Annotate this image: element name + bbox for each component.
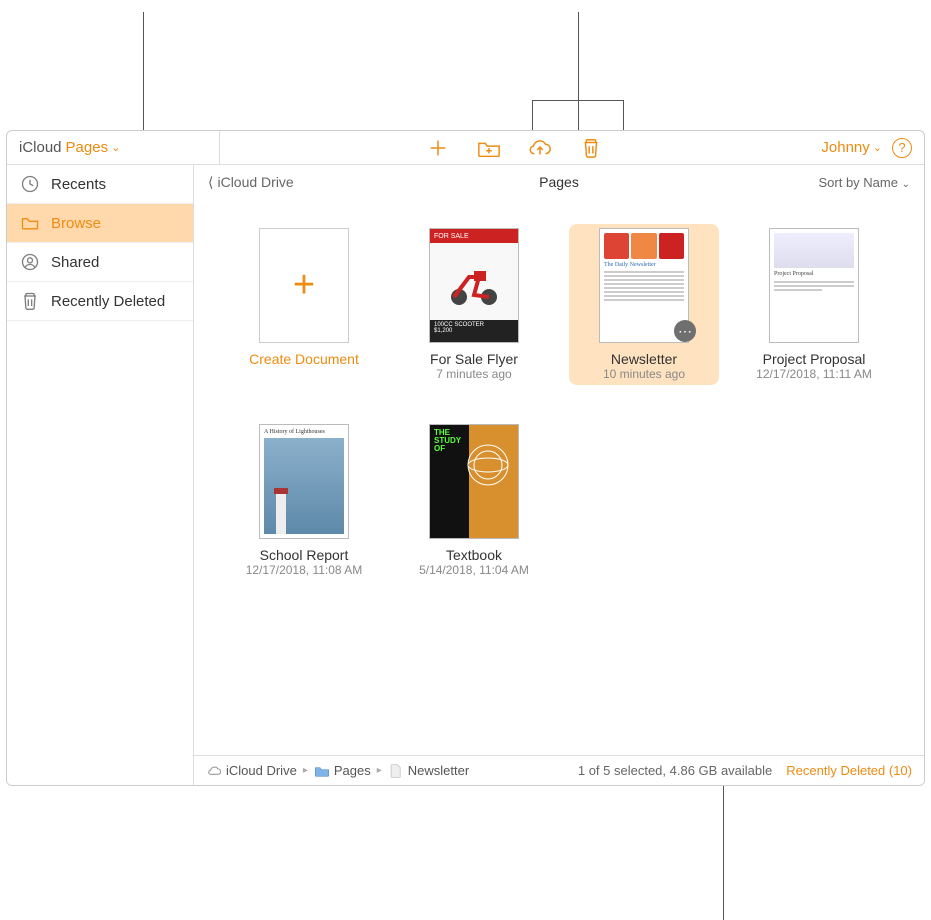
create-document-button[interactable] [425,135,451,161]
recently-deleted-link[interactable]: Recently Deleted (10) [786,763,912,778]
delete-button[interactable] [578,135,604,161]
new-folder-button[interactable] [476,135,502,161]
selection-status: 1 of 5 selected, 4.86 GB available [578,763,772,778]
create-document-tile[interactable]: + Create Document [229,224,379,385]
callout-line [578,12,579,130]
chevron-right-icon: ▸ [303,765,308,776]
sidebar-item-label: Browse [51,215,101,232]
breadcrumb-item[interactable]: iCloud Drive [206,763,297,779]
help-button[interactable]: ? [892,138,912,158]
help-icon: ? [898,140,905,155]
create-document-label: Create Document [249,351,359,367]
sidebar-item-shared[interactable]: Shared [7,243,193,282]
breadcrumb-item[interactable]: Pages [314,763,371,779]
sidebar-item-browse[interactable]: Browse [7,204,193,243]
sidebar-item-label: Shared [51,254,99,271]
document-subtitle: 10 minutes ago [603,367,685,381]
document-subtitle: 5/14/2018, 11:04 AM [419,563,529,577]
app-name-label: Pages [66,139,109,156]
breadcrumb-label: Pages [334,763,371,778]
ellipsis-icon: ⋯ [678,323,692,340]
breadcrumb-item[interactable]: Newsletter [388,763,469,779]
sidebar-item-recently-deleted[interactable]: Recently Deleted [7,282,193,321]
chevron-down-icon: ⌄ [111,141,120,154]
folder-icon [314,763,330,779]
create-document-thumbnail: + [259,228,349,343]
footer-bar: iCloud Drive ▸ Pages ▸ Newslet [194,755,924,785]
document-grid: + Create Document FOR SALE 100CC SCOOTER… [194,199,924,755]
clock-icon [19,173,41,195]
top-right-controls: Johnny ⌄ ? [809,138,924,158]
sidebar-item-label: Recently Deleted [51,293,165,310]
document-thumbnail: Project Proposal [769,228,859,343]
user-name-label: Johnny [821,139,869,156]
sidebar-item-label: Recents [51,176,106,193]
chevron-right-icon: ▸ [377,765,382,776]
person-icon [19,251,41,273]
icloud-label: iCloud [19,139,62,156]
document-title: Newsletter [611,351,677,367]
breadcrumb-label: iCloud Drive [226,763,297,778]
document-tile-newsletter[interactable]: The Daily Newsletter ⋯ Newsletter 10 min… [569,224,719,385]
callout-line [623,100,624,133]
sort-menu[interactable]: Sort by Name ⌄ [819,175,911,190]
callout-line [532,100,624,101]
document-title: For Sale Flyer [430,351,518,367]
main-header: ⟨ iCloud Drive Pages Sort by Name ⌄ [194,165,924,199]
app-switcher[interactable]: iCloud Pages ⌄ [7,131,220,164]
folder-title: Pages [539,174,579,190]
document-title: School Report [260,547,349,563]
folder-icon [19,212,41,234]
main-panel: ⟨ iCloud Drive Pages Sort by Name ⌄ + Cr… [194,165,924,785]
document-tile-project-proposal[interactable]: Project Proposal Project Proposal 12/17/… [739,224,889,385]
document-tile-for-sale-flyer[interactable]: FOR SALE 100CC SCOOTER$1,200 For Sale Fl… [399,224,549,385]
chevron-down-icon: ⌄ [873,141,882,154]
document-thumbnail: FOR SALE 100CC SCOOTER$1,200 [429,228,519,343]
thumb-text: FOR SALE [430,229,518,243]
top-bar: iCloud Pages ⌄ Johnny ⌄ ? [7,131,924,165]
back-label: iCloud Drive [217,174,293,190]
app-window: iCloud Pages ⌄ Johnny ⌄ ? [6,130,925,786]
more-options-button[interactable]: ⋯ [674,320,696,342]
sort-label: Sort by Name [819,175,898,190]
document-tile-school-report[interactable]: A History of Lighthouses School Report 1… [229,420,379,581]
document-title: Project Proposal [763,351,866,367]
user-menu[interactable]: Johnny ⌄ [821,139,882,156]
toolbar [220,131,809,164]
document-tile-textbook[interactable]: THE STUDY OF Textbook 5/14/2018, 11:04 A… [399,420,549,581]
callout-line [532,100,533,133]
document-thumbnail: THE STUDY OF [429,424,519,539]
chevron-left-icon: ⟨ [208,174,213,191]
breadcrumb: iCloud Drive ▸ Pages ▸ Newslet [206,763,469,779]
document-thumbnail: A History of Lighthouses [259,424,349,539]
document-subtitle: 12/17/2018, 11:08 AM [246,563,363,577]
plus-icon: + [293,264,315,307]
upload-button[interactable] [527,135,553,161]
document-title: Textbook [446,547,502,563]
cloud-icon [206,763,222,779]
chevron-down-icon: ⌄ [902,179,910,190]
back-button[interactable]: ⟨ iCloud Drive [208,174,294,191]
sidebar-item-recents[interactable]: Recents [7,165,193,204]
sidebar: Recents Browse Shared Recently Deleted [7,165,194,785]
trash-icon [19,290,41,312]
document-subtitle: 7 minutes ago [436,367,511,381]
document-icon [388,763,404,779]
body: Recents Browse Shared Recently Deleted [7,165,924,785]
document-subtitle: 12/17/2018, 11:11 AM [756,367,872,381]
breadcrumb-label: Newsletter [408,763,469,778]
